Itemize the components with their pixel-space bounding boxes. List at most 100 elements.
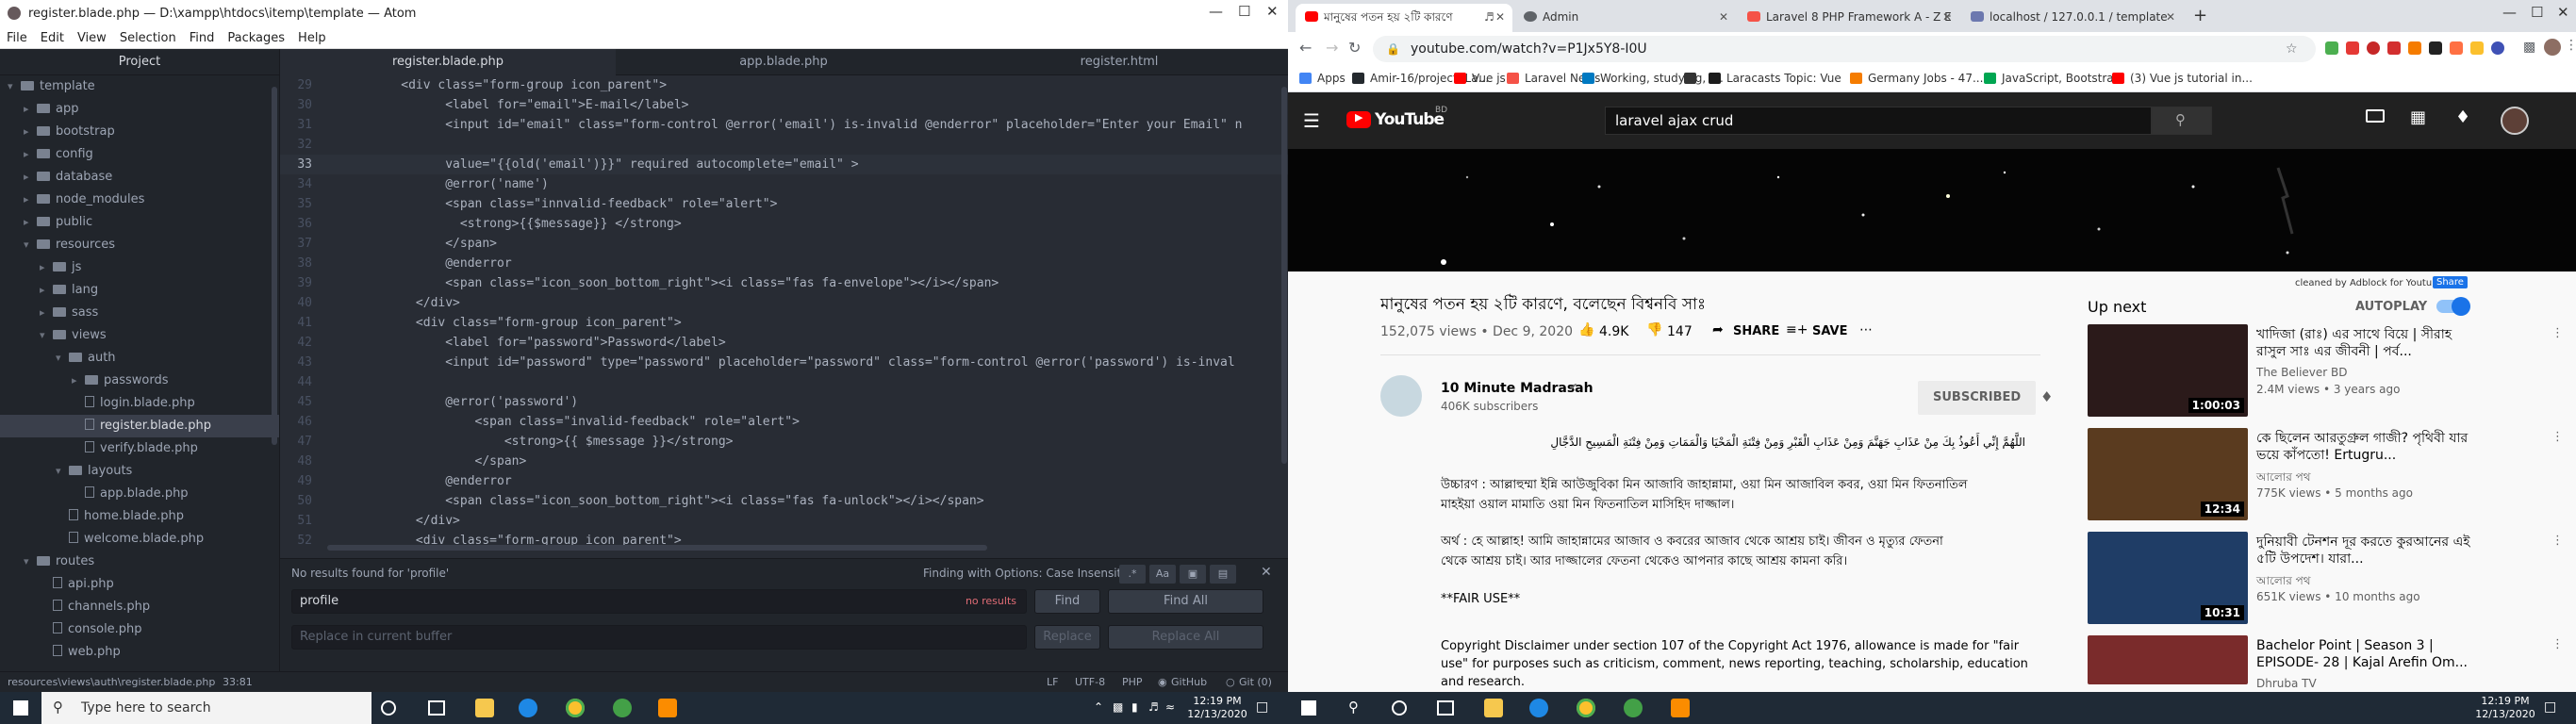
close-tab-icon[interactable]: ✕ <box>2166 4 2175 30</box>
chrome-tab-admin[interactable]: Admin ✕ <box>1514 4 1736 32</box>
extension-icon[interactable] <box>2387 41 2401 55</box>
tree-file[interactable]: verify.blade.php <box>0 437 279 460</box>
rec-channel[interactable]: The Believer BD <box>2256 366 2348 379</box>
rec-menu-icon[interactable]: ⋮ <box>2551 534 2564 548</box>
cortana-icon[interactable] <box>381 700 396 716</box>
task-view-icon[interactable] <box>1437 700 1454 716</box>
bell-icon[interactable]: ♦ <box>2040 388 2053 405</box>
git-branch-icon[interactable]: ○ <box>1226 676 1235 688</box>
editor-scrollbar[interactable] <box>1281 87 1287 464</box>
xampp-icon[interactable] <box>658 699 677 717</box>
tray-wifi-icon[interactable]: ≈ <box>1165 700 1175 714</box>
code-line[interactable]: 42 <label for="password">Password</label… <box>280 333 1288 353</box>
create-video-icon[interactable] <box>2366 109 2385 123</box>
edge-icon[interactable] <box>519 699 537 717</box>
address-bar[interactable]: 🔒 youtube.com/watch?v=P1Jx5Y8-I0U ☆ <box>1373 36 2316 62</box>
apps-grid-icon[interactable]: ▦ <box>2410 107 2426 127</box>
close-tab-icon[interactable]: ✕ <box>1495 4 1505 30</box>
clock-time[interactable]: 12:19 PM <box>1184 695 1250 708</box>
more-icon[interactable]: ⋯ <box>1859 322 1873 337</box>
find-all-button[interactable]: Find All <box>1108 589 1263 614</box>
chrome-icon[interactable] <box>1577 699 1595 717</box>
bookmark-item[interactable]: Germany Jobs - 47... <box>1850 72 1983 85</box>
extension-icon[interactable] <box>2491 41 2504 55</box>
youtube-search-input[interactable]: laravel ajax crud <box>1605 107 2152 135</box>
tray-chevron-icon[interactable]: ⌃ <box>1094 700 1103 714</box>
tray-volume-icon[interactable]: ♬ <box>1148 700 1159 714</box>
tray-battery-icon[interactable]: ▮ <box>1131 700 1138 714</box>
tab-register-html[interactable]: register.html <box>951 49 1287 75</box>
speaker-icon[interactable]: ♬ <box>1484 4 1494 30</box>
rec-thumbnail[interactable] <box>2088 635 2248 684</box>
windows-start-icon[interactable] <box>1301 700 1316 716</box>
tab-app-blade[interactable]: app.blade.php <box>616 49 951 75</box>
tree-folder[interactable]: ▾ auth <box>0 347 279 370</box>
rec-title[interactable]: Bachelor Point | Season 3 | EPISODE- 28 … <box>2256 637 2483 671</box>
tree-folder[interactable]: ▸ app <box>0 98 279 121</box>
tree-folder[interactable]: ▸ public <box>0 211 279 234</box>
find-button[interactable]: Find <box>1034 589 1100 614</box>
clock-date[interactable]: 12/13/2020 <box>1184 708 1250 721</box>
maximize-icon[interactable]: ☐ <box>1238 3 1250 20</box>
rec-channel[interactable]: আলোর পথ <box>2256 469 2311 488</box>
github-icon[interactable]: ◉ <box>1158 676 1167 688</box>
menu-help[interactable]: Help <box>291 28 333 48</box>
status-cursor[interactable]: 33:81 <box>223 676 253 688</box>
code-line[interactable]: 33 value="{{old('email')}}" required aut… <box>280 155 1288 174</box>
minimize-icon[interactable]: — <box>1209 3 1223 20</box>
close-icon[interactable]: ✕ <box>1266 3 1279 20</box>
code-line[interactable]: 30 <label for="email">E-mail</label> <box>280 95 1288 115</box>
status-github[interactable]: GitHub <box>1171 676 1207 688</box>
camera-icon[interactable] <box>2429 41 2442 55</box>
notification-icon[interactable]: □ <box>2544 699 2556 715</box>
tree-file[interactable]: app.blade.php <box>0 483 279 505</box>
menu-file[interactable]: File <box>0 28 34 48</box>
tree-folder[interactable]: ▸ sass <box>0 302 279 324</box>
video-player[interactable] <box>1288 149 2576 272</box>
puzzle-icon[interactable]: ▩ <box>2523 40 2535 55</box>
bookmark-item[interactable]: Apps <box>1299 72 1346 85</box>
menu-selection[interactable]: Selection <box>113 28 183 48</box>
extension-icon[interactable] <box>2450 41 2463 55</box>
tree-folder[interactable]: ▸ js <box>0 256 279 279</box>
channel-avatar[interactable] <box>1380 375 1422 417</box>
rec-channel[interactable]: Dhruba TV <box>2256 677 2317 690</box>
replace-input[interactable]: Replace in current buffer <box>291 625 1027 650</box>
code-line[interactable]: 38 @enderror <box>280 254 1288 273</box>
replace-button[interactable]: Replace <box>1034 625 1100 650</box>
cortana-icon[interactable] <box>1392 700 1407 716</box>
tree-file[interactable]: console.php <box>0 618 279 641</box>
new-tab-icon[interactable]: + <box>2193 6 2207 25</box>
tree-file[interactable]: channels.php <box>0 596 279 618</box>
menu-packages[interactable]: Packages <box>221 28 291 48</box>
tree-file[interactable]: web.php <box>0 641 279 664</box>
menu-edit[interactable]: Edit <box>34 28 71 48</box>
tree-file[interactable]: welcome.blade.php <box>0 528 279 551</box>
extension-icon[interactable] <box>2367 41 2380 55</box>
subscribed-button[interactable]: SUBSCRIBED <box>1918 381 2037 415</box>
rec-thumbnail[interactable]: 10:31 <box>2088 532 2248 624</box>
tree-folder[interactable]: ▸ database <box>0 166 279 189</box>
like-count[interactable]: 4.9K <box>1599 324 1628 339</box>
whole-word-toggle-icon[interactable]: ▤ <box>1210 565 1236 584</box>
case-toggle[interactable]: Aa <box>1149 565 1176 584</box>
adblock-share-badge[interactable]: Share <box>2433 276 2468 288</box>
code-line[interactable]: 45 @error('password') <box>280 392 1288 412</box>
clock-date[interactable]: 12/13/2020 <box>2472 708 2538 721</box>
file-explorer-icon[interactable] <box>475 699 494 717</box>
save-button[interactable]: SAVE <box>1812 324 1847 338</box>
tree-folder[interactable]: ▸ node_modules <box>0 189 279 211</box>
code-line[interactable]: 35 <span class="innvalid-feedback" role=… <box>280 194 1288 214</box>
code-line[interactable]: 49 @enderror <box>280 471 1288 491</box>
bookmark-star-icon[interactable]: ☆ <box>2286 36 2298 62</box>
extension-icon[interactable] <box>2408 41 2421 55</box>
code-line[interactable]: 50 <span class="icon_soon_bottom_right">… <box>280 491 1288 511</box>
youtube-search-button[interactable]: ⚲ <box>2152 107 2212 135</box>
code-line[interactable]: 36 <strong>{{$message}} </strong> <box>280 214 1288 234</box>
rec-title[interactable]: খাদিজা (রাঃ) এর সাথে বিয়ে | সীরাহ রাসুল… <box>2256 326 2483 360</box>
code-line[interactable]: 48 </span> <box>280 452 1288 471</box>
windows-start-icon[interactable] <box>13 700 28 716</box>
tree-folder[interactable]: ▾ routes <box>0 551 279 573</box>
menu-find[interactable]: Find <box>183 28 222 48</box>
taskbar-search-input[interactable]: ⚲ Type here to search <box>41 692 372 724</box>
